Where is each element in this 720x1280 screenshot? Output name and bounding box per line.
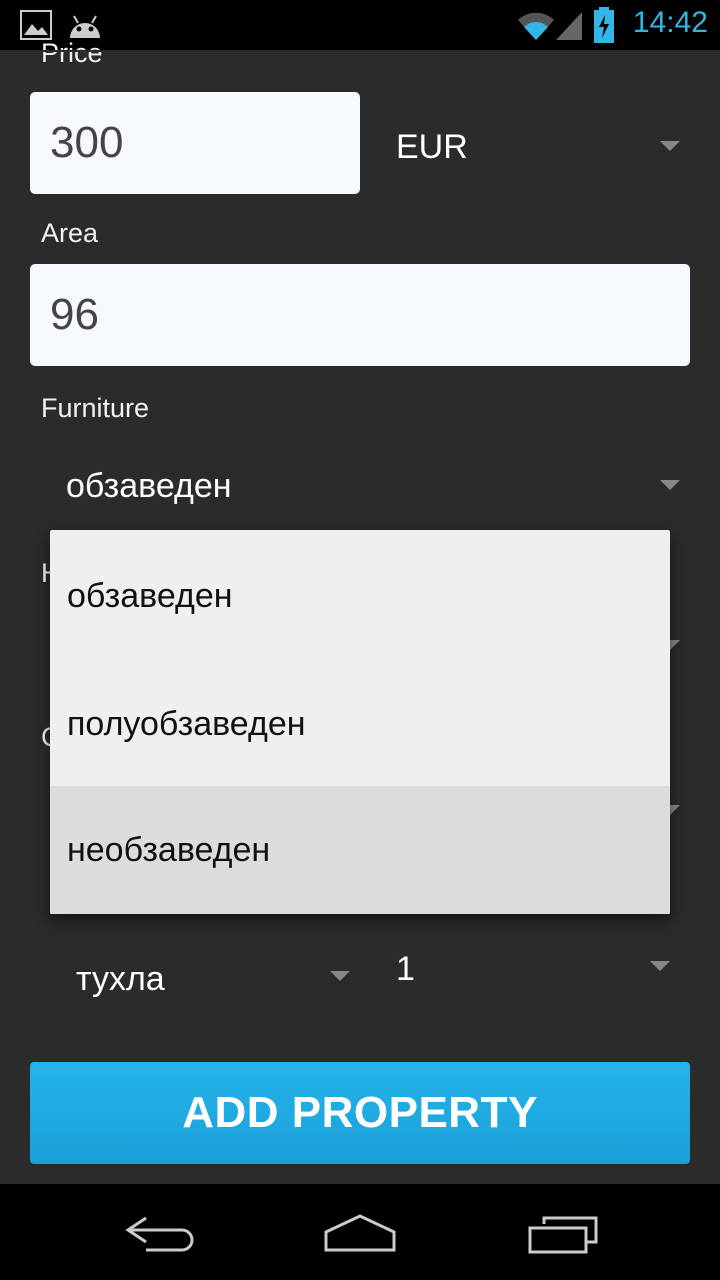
furniture-spinner[interactable]: обзаведен — [40, 450, 690, 522]
status-bar: 14:42 — [0, 0, 720, 50]
navigation-bar — [0, 1184, 720, 1280]
dropdown-option[interactable]: необзаведен — [50, 786, 670, 914]
building-type-value: тухла — [76, 960, 165, 998]
wifi-icon — [518, 12, 554, 41]
price-input[interactable]: 300 — [30, 92, 360, 194]
battery-charging-icon — [594, 7, 614, 43]
android-notification-icon — [70, 15, 100, 38]
back-icon[interactable] — [122, 1214, 198, 1254]
dropdown-option[interactable]: обзаведен — [50, 532, 670, 660]
chevron-down-icon — [650, 961, 670, 971]
recent-apps-icon[interactable] — [524, 1214, 600, 1256]
currency-spinner[interactable]: EUR — [380, 110, 690, 190]
furniture-value: обзаведен — [66, 467, 232, 505]
chevron-down-icon — [660, 141, 680, 151]
chevron-down-icon — [660, 480, 680, 490]
floor-value: 1 — [396, 950, 415, 988]
home-icon[interactable] — [320, 1212, 400, 1254]
area-label: Area — [41, 218, 99, 248]
add-property-button[interactable]: ADD PROPERTY — [30, 1062, 690, 1164]
chevron-down-icon — [330, 971, 350, 981]
area-input[interactable]: 96 — [30, 264, 690, 366]
price-label: Price — [41, 38, 103, 68]
building-type-spinner[interactable]: тухла — [60, 946, 360, 1016]
floor-spinner[interactable]: 1 — [380, 936, 690, 1006]
furniture-label: Furniture — [41, 393, 150, 423]
furniture-dropdown: обзаведен полуобзаведен необзаведен — [50, 530, 670, 914]
currency-value: EUR — [396, 128, 468, 166]
gallery-notification-icon — [20, 10, 52, 40]
clock: 14:42 — [632, 6, 708, 39]
dropdown-option[interactable]: полуобзаведен — [50, 660, 670, 788]
signal-icon — [556, 12, 582, 40]
